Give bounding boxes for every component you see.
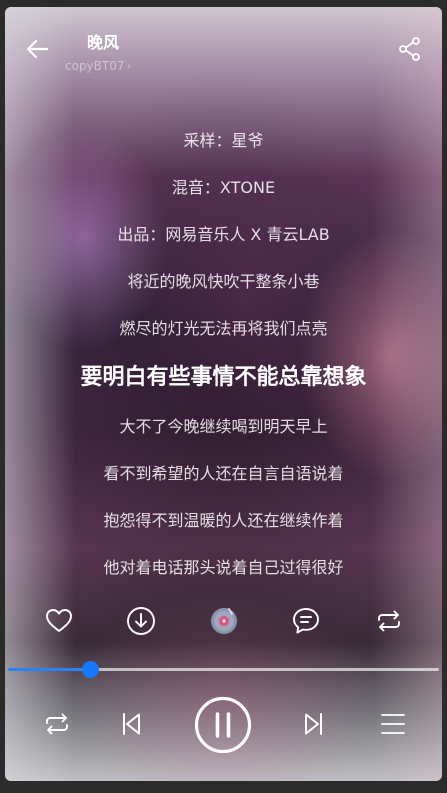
repeat-mode-icon[interactable] <box>41 708 73 740</box>
progress-slider[interactable] <box>8 661 439 678</box>
progress-thumb[interactable] <box>82 661 99 678</box>
pause-icon[interactable] <box>194 696 252 754</box>
playlist-icon[interactable] <box>377 708 409 740</box>
lyric-line[interactable]: 混音：XTONE <box>5 164 442 211</box>
lyric-line[interactable]: 出品：网易音乐人 X 青云LAB <box>5 211 442 258</box>
artist-name: copyBT07 <box>65 59 125 73</box>
back-arrow-icon[interactable] <box>23 35 51 63</box>
progress-fill <box>8 668 90 671</box>
action-row <box>5 603 442 643</box>
vinyl-icon[interactable] <box>206 603 242 639</box>
repeat-icon[interactable] <box>371 603 407 639</box>
lyric-line[interactable]: 燃尽的灯光无法再将我们点亮 <box>5 305 442 352</box>
chevron-right-icon: › <box>126 59 132 73</box>
previous-icon[interactable] <box>115 708 147 740</box>
playback-controls <box>5 690 442 760</box>
artist-link[interactable]: copyBT07 › <box>65 59 131 73</box>
next-icon[interactable] <box>298 708 330 740</box>
share-icon[interactable] <box>396 35 424 63</box>
lyric-line-current[interactable]: 要明白有些事情不能总靠想象 <box>5 352 442 403</box>
title-block: 晚风 copyBT07 › <box>65 29 131 73</box>
song-title: 晚风 <box>87 33 120 52</box>
lyric-line[interactable]: 大不了今晚继续喝到明天早上 <box>5 403 442 450</box>
lyric-line[interactable]: 将近的晚风快吹干整条小巷 <box>5 258 442 305</box>
lyric-line[interactable]: 抱怨得不到温暖的人还在继续作着 <box>5 497 442 544</box>
lyric-line[interactable]: 采样：星爷 <box>5 117 442 164</box>
lyrics-panel[interactable]: 采样：星爷 混音：XTONE 出品：网易音乐人 X 青云LAB 将近的晚风快吹干… <box>5 117 442 591</box>
top-bar: 晚风 copyBT07 › <box>5 7 442 87</box>
player-screen: 晚风 copyBT07 › 采样：星爷 混音：XTONE 出品：网易音乐人 X … <box>5 7 442 781</box>
comment-icon[interactable] <box>288 603 324 639</box>
lyric-line[interactable]: 他对着电话那头说着自己过得很好 <box>5 544 442 591</box>
heart-icon[interactable] <box>41 603 77 639</box>
download-icon[interactable] <box>123 603 159 639</box>
lyric-line[interactable]: 看不到希望的人还在自言自语说着 <box>5 450 442 497</box>
